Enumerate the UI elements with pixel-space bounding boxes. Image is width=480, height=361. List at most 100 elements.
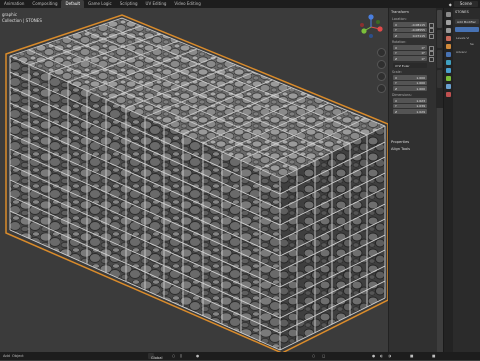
pan-hand-icon[interactable]	[377, 60, 386, 69]
field-value: 1.000	[416, 86, 425, 91]
constraints-icon[interactable]	[446, 76, 451, 81]
axis-label: Y	[395, 104, 397, 108]
render-icon[interactable]	[446, 20, 451, 25]
scale-z-field[interactable]: Z 1.000	[393, 86, 427, 91]
align-tools-panel-title[interactable]: Align Tools	[391, 147, 410, 151]
field-value: 1.029	[416, 109, 425, 114]
modifier-wrench-icon[interactable]	[446, 52, 451, 57]
location-label: Location:	[392, 17, 407, 21]
scale-x-field[interactable]: X 1.000	[393, 75, 427, 80]
transform-orientation-select[interactable]: Global	[148, 353, 162, 360]
properties-tab-column	[444, 8, 453, 352]
field-value: 0.07115	[412, 33, 425, 38]
add-modifier-label: Add Modifier	[457, 19, 476, 24]
scene-icon[interactable]	[446, 36, 451, 41]
proportional-edit-icon[interactable]: ●	[196, 354, 199, 358]
axis-label: X	[395, 45, 398, 50]
dimensions-y-field[interactable]: Y 1.039	[393, 103, 427, 109]
tool-icon[interactable]	[446, 12, 451, 17]
field-value: -0.08115	[411, 22, 426, 27]
menu-add[interactable]: Add	[3, 354, 10, 358]
lock-icon[interactable]	[429, 45, 434, 51]
location-z-field[interactable]: Z 0.07115	[393, 33, 427, 38]
axis-label: Z	[395, 33, 398, 38]
workspace-tab-animation[interactable]: Animation	[0, 0, 28, 8]
workspace-tab-video-editing[interactable]: Video Editing	[170, 0, 204, 8]
navigation-gizmo[interactable]	[358, 14, 384, 40]
field-value: 0°	[421, 51, 425, 55]
material-icon[interactable]	[446, 92, 451, 97]
properties-panel-title[interactable]: Properties	[391, 140, 409, 144]
dimensions-z-field[interactable]: Z 1.029	[393, 109, 427, 114]
scene-icon: ◆	[448, 1, 452, 7]
sidebar-n-panel: Transform Location: X -0.08115 Y -0.08555 …	[388, 8, 437, 352]
transform-panel-title[interactable]: Transform	[391, 10, 409, 14]
grid-icon[interactable]	[377, 84, 386, 93]
particles-icon[interactable]	[446, 60, 451, 65]
lock-icon[interactable]	[429, 56, 434, 62]
rotation-z-field[interactable]: Z 0°	[393, 56, 427, 61]
solid-shading-icon[interactable]: ●	[372, 354, 375, 358]
sidebar-tab-extra[interactable]	[437, 70, 442, 88]
xray-icon[interactable]: ▢	[322, 354, 325, 358]
overlay-icon[interactable]: ○	[312, 354, 315, 358]
axis-label: Z	[395, 86, 398, 91]
workspace-tab-uv-editing[interactable]: UV Editing	[142, 0, 171, 8]
gabion-model	[5, 14, 388, 352]
object-icon[interactable]	[446, 44, 451, 49]
rotation-mode-select[interactable]: XYZ Euler	[393, 63, 427, 68]
lock-icon[interactable]	[429, 22, 434, 28]
field-value: -0.08555	[411, 28, 426, 32]
lock-icon[interactable]	[429, 51, 434, 56]
axis-label: Z	[395, 109, 398, 114]
toggle-icon[interactable]: ■	[432, 354, 435, 358]
field-value: 1.023	[416, 98, 425, 103]
pivot-icon[interactable]: ○	[172, 354, 175, 358]
props-object-name: STONES	[455, 10, 469, 14]
workspace-tab-compositing[interactable]: Compositing	[28, 0, 61, 8]
workspace-tab-scripting[interactable]: Scripting	[116, 0, 142, 8]
modifier-header[interactable]	[455, 27, 479, 32]
viewport-header-bar: Add Object Global ○ ∥ ● ○ ▢ ● ◐ ◑ ■ ■	[0, 352, 480, 360]
field-value: 1.000	[416, 81, 425, 85]
top-bar: Animation Compositing Default Game Logic…	[0, 0, 480, 8]
field-value: 1.039	[416, 104, 425, 108]
lock-icon[interactable]	[429, 28, 434, 33]
sidebar-tab-view[interactable]	[437, 50, 442, 68]
3d-viewport[interactable]: graphic Collection | STONES	[0, 8, 388, 352]
data-icon[interactable]	[446, 84, 451, 89]
sidebar-tab-tool[interactable]	[437, 30, 442, 48]
scene-selector[interactable]: Scene	[453, 1, 478, 7]
dimensions-x-field[interactable]: X 1.023	[393, 98, 427, 103]
material-shading-icon[interactable]: ◐	[380, 354, 383, 358]
workspace-tab-default[interactable]: Default	[61, 0, 85, 8]
lock-icon[interactable]	[429, 33, 434, 39]
axis-label: Z	[395, 56, 398, 61]
axis-label: X	[395, 22, 398, 27]
modifier-field-label: Se	[470, 42, 474, 46]
physics-icon[interactable]	[446, 68, 451, 73]
zoom-icon[interactable]	[377, 48, 386, 57]
modifier-field-label: Levels Vi	[456, 36, 470, 40]
workspace-tab-game-logic[interactable]: Game Logic	[84, 0, 116, 8]
location-x-field[interactable]: X -0.08115	[393, 22, 427, 27]
location-y-field[interactable]: Y -0.08555	[393, 27, 427, 33]
output-icon[interactable]	[446, 28, 451, 33]
scene-selector-area: ◆ Scene	[449, 0, 478, 8]
rendered-shading-icon[interactable]: ◑	[388, 354, 391, 358]
menu-object[interactable]: Object	[12, 354, 24, 358]
add-modifier-button[interactable]: Add Modifier	[455, 19, 479, 24]
viewport-navigation-tools	[377, 48, 386, 93]
sidebar-tab-item[interactable]	[437, 10, 442, 28]
scale-y-field[interactable]: Y 1.000	[393, 80, 427, 86]
sidebar-tabs	[436, 8, 443, 108]
modifier-advanced-toggle[interactable]: Advanc	[456, 50, 467, 54]
dimensions-label: Dimensions:	[392, 93, 412, 97]
rotation-x-field[interactable]: X 0°	[393, 45, 427, 50]
rotation-y-field[interactable]: Y 0°	[393, 50, 427, 56]
camera-icon[interactable]	[377, 72, 386, 81]
snap-magnet-icon[interactable]: ∥	[180, 354, 182, 358]
properties-editor: STONES Add Modifier Levels Vi Se Advanc	[443, 8, 480, 352]
toggle-icon[interactable]: ■	[410, 354, 413, 358]
axis-label: Y	[395, 51, 397, 55]
